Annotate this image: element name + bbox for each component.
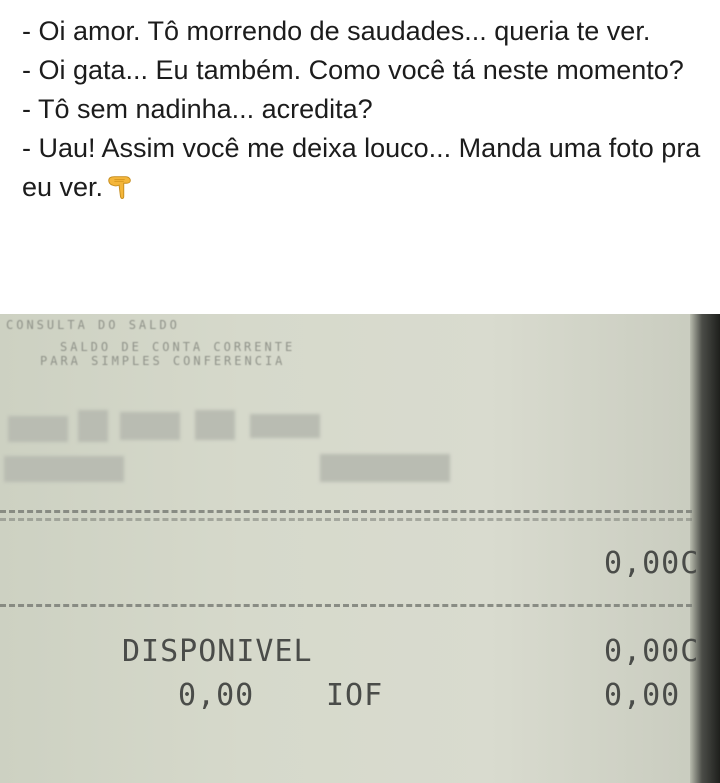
receipt-dashed-divider <box>0 510 692 513</box>
receipt-photo: CONSULTA DO SALDO SALDO DE CONTA CORRENT… <box>0 314 720 783</box>
receipt-dashed-divider <box>0 518 692 521</box>
post-caption: - Oi amor. Tô morrendo de saudades... qu… <box>22 12 702 207</box>
receipt-dashed-divider <box>0 604 692 607</box>
censored-block <box>195 410 235 440</box>
message-line-3: - Tô sem nadinha... acredita? <box>22 94 373 124</box>
available-label: DISPONIVEL <box>122 634 313 669</box>
censored-block <box>320 454 450 482</box>
censored-block <box>120 412 180 440</box>
censored-block <box>78 410 108 442</box>
censored-block <box>250 414 320 438</box>
pointing-down-hand-icon <box>108 176 131 199</box>
message-line-2: - Oi gata... Eu também. Como você tá nes… <box>22 55 684 85</box>
receipt-header-line-3: PARA SIMPLES CONFERENCIA <box>40 354 286 368</box>
iof-value: 0,00 <box>604 678 681 713</box>
message-line-4: - Uau! Assim você me deixa louco... Mand… <box>22 129 702 207</box>
receipt-header-line-1: CONSULTA DO SALDO <box>6 318 180 332</box>
receipt-header-line-2: SALDO DE CONTA CORRENTE <box>60 340 296 354</box>
censored-block <box>4 456 124 482</box>
balance-value: 0,00C <box>604 546 700 581</box>
iof-label: IOF <box>326 678 384 713</box>
censored-block <box>8 416 68 442</box>
available-value: 0,00C <box>604 634 700 669</box>
message-line-1: - Oi amor. Tô morrendo de saudades... qu… <box>22 16 651 46</box>
iof-amount: 0,00 <box>178 678 255 713</box>
